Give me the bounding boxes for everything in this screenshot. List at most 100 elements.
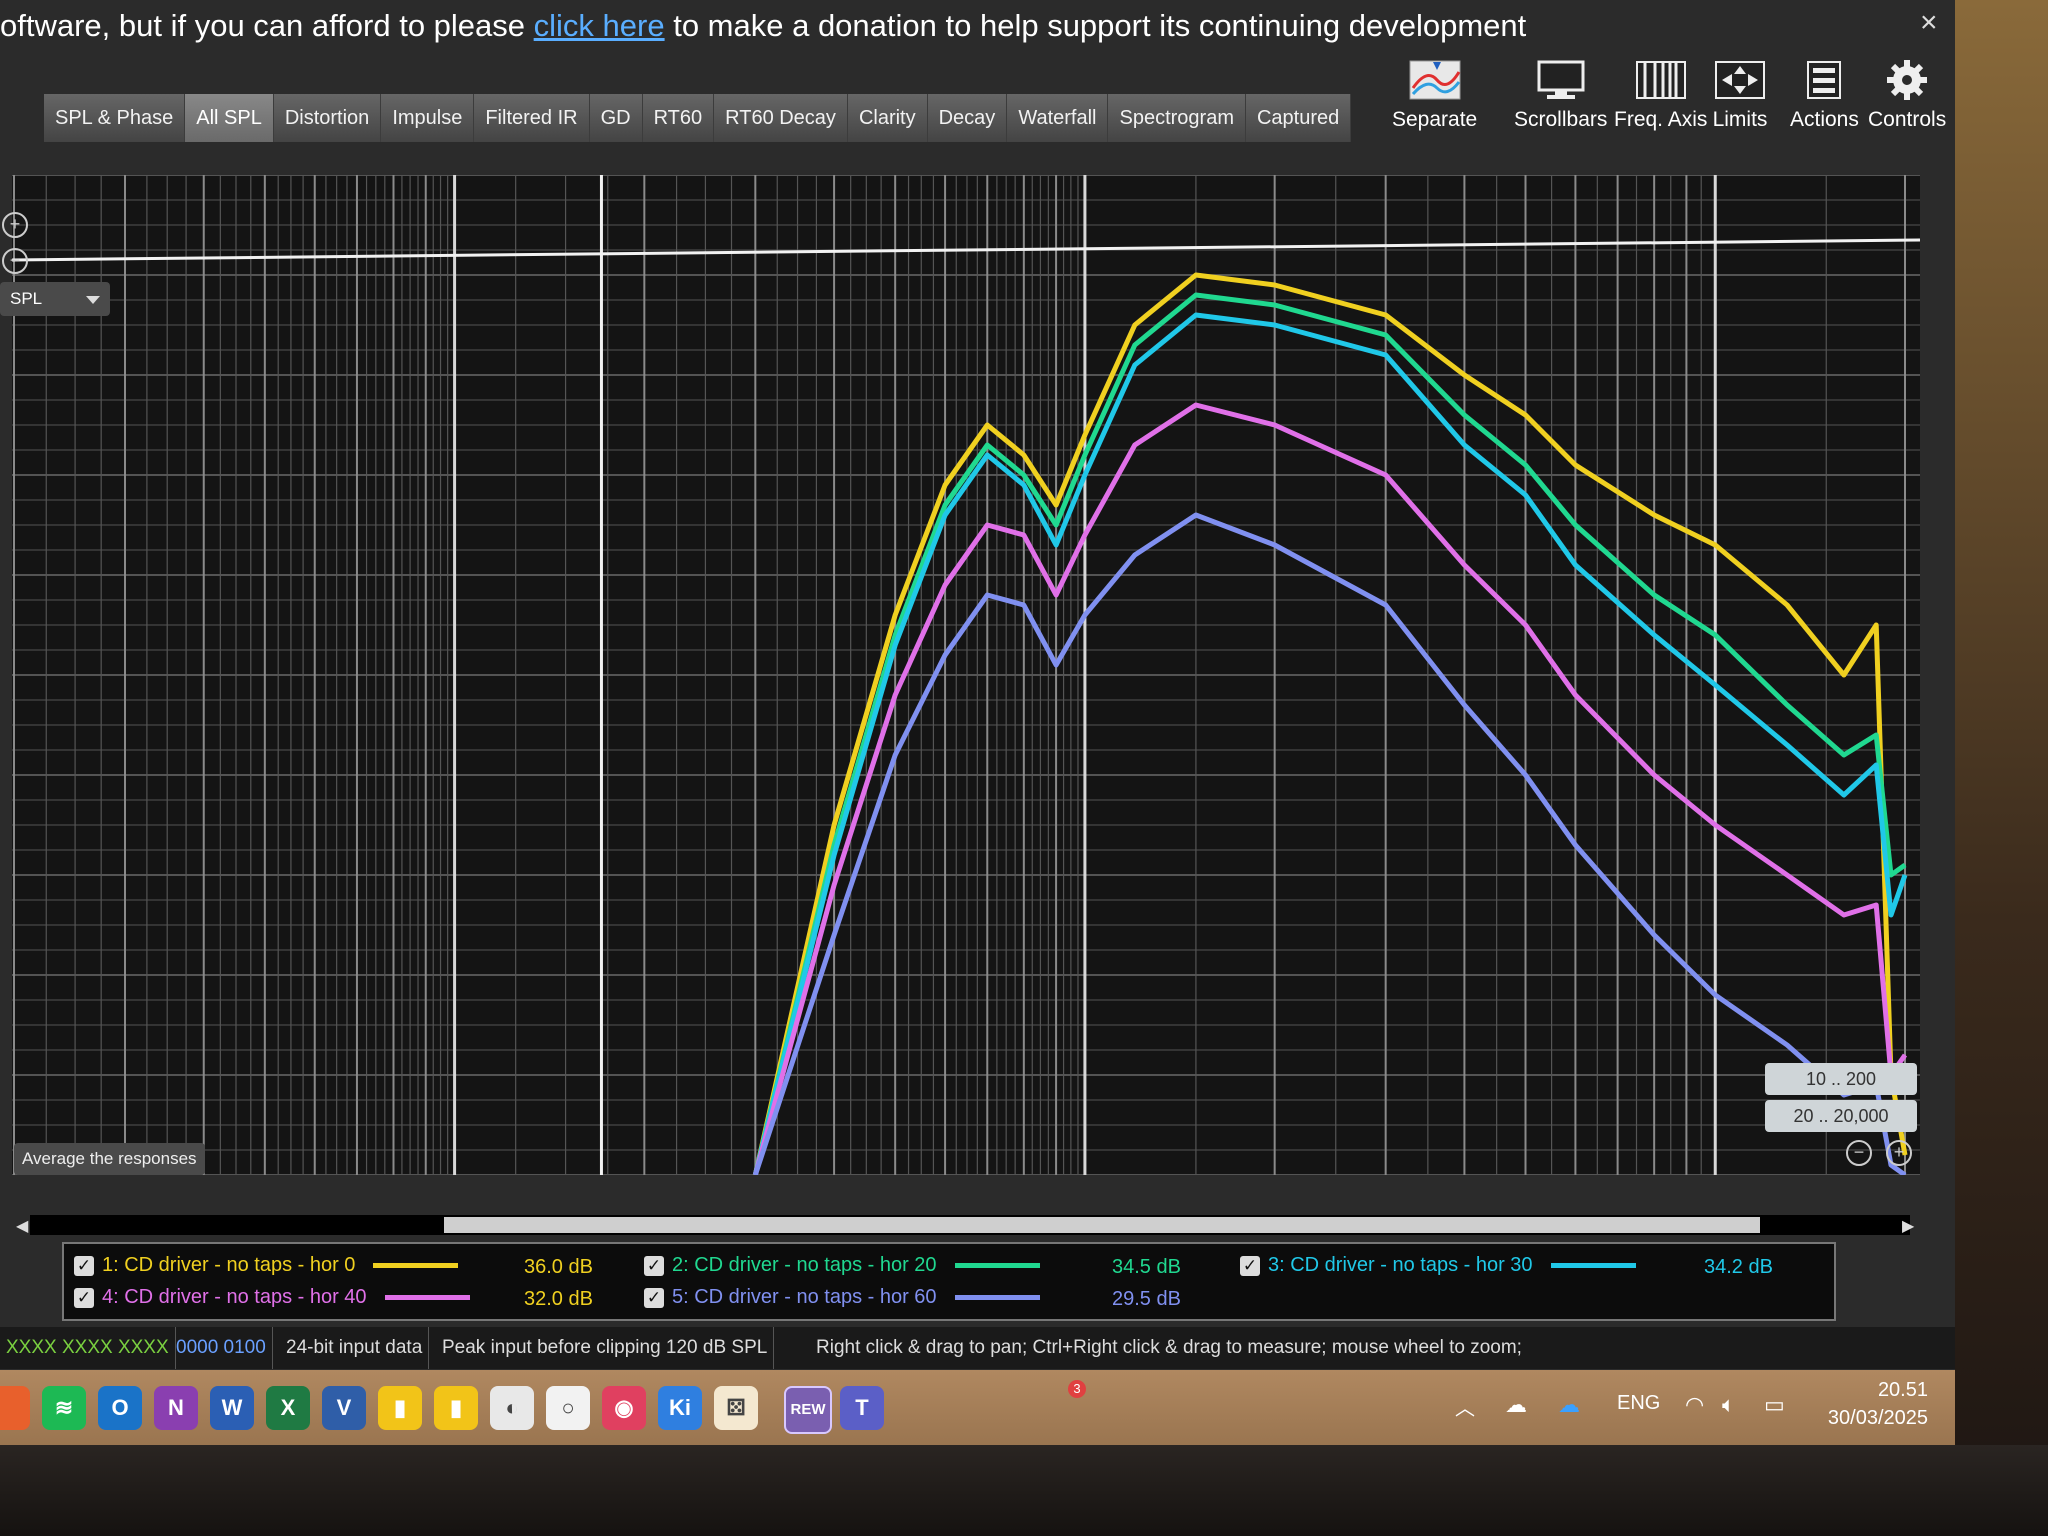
legend-item-1[interactable]: ✓ 1: CD driver - no taps - hor 0 <box>74 1254 459 1277</box>
zoom-out-icon[interactable]: − <box>2 248 28 274</box>
status-bits-indicator: 0000 0100 <box>170 1327 273 1369</box>
battery-icon[interactable]: ▭ <box>1764 1392 1785 1418</box>
scrollbars-button[interactable]: Scrollbars <box>1514 58 1607 132</box>
series-point-5 <box>1714 994 1716 996</box>
legend-item-4[interactable]: ✓ 4: CD driver - no taps - hor 40 <box>74 1286 470 1309</box>
clock-app-icon[interactable]: ○ <box>546 1386 590 1430</box>
teams-notification-badge: 3 <box>1068 1380 1086 1398</box>
average-responses-button[interactable]: Average the responses <box>14 1143 205 1175</box>
legend-swatch-4 <box>384 1295 470 1301</box>
checkbox-icon[interactable]: ✓ <box>644 1287 664 1308</box>
tab-spl-phase[interactable]: SPL & Phase <box>44 94 186 142</box>
series-point-5 <box>1385 604 1387 606</box>
tab-filtered-ir[interactable]: Filtered IR <box>474 94 590 142</box>
status-input-format: 24-bit input data <box>280 1327 430 1369</box>
limits-button[interactable]: Limits <box>1712 58 1768 132</box>
horizontal-scrollbar[interactable] <box>30 1215 1910 1235</box>
checkbox-icon[interactable]: ✓ <box>644 1255 664 1276</box>
excel-icon[interactable]: X <box>266 1386 310 1430</box>
series-point-2 <box>1134 344 1136 346</box>
legend-value-4: 32.0 dB <box>524 1288 593 1310</box>
series-point-3 <box>1653 634 1655 636</box>
spl-graph[interactable]: 203040506070801002003004005006007008001k… <box>0 175 1920 1175</box>
legend-item-5[interactable]: ✓ 5: CD driver - no taps - hor 60 <box>644 1286 1040 1309</box>
spotify-icon[interactable]: ≋ <box>42 1386 86 1430</box>
series-point-5 <box>1134 554 1136 556</box>
word-icon[interactable]: W <box>210 1386 254 1430</box>
zoom-in-icon[interactable]: + <box>2 212 28 238</box>
series-point-4 <box>1904 1054 1906 1056</box>
status-meter-indicator: XXXX XXXX XXXX <box>0 1327 176 1369</box>
volume-icon[interactable]: 🔈︎ <box>1722 1392 1735 1418</box>
series-point-1 <box>1714 544 1716 546</box>
range-10-200-button[interactable]: 10 .. 200 <box>1765 1063 1917 1095</box>
compass-icon[interactable]: ◐ <box>490 1386 534 1430</box>
legend-label-2: 2: CD driver - no taps - hor 20 <box>672 1254 937 1276</box>
teams-icon[interactable]: T <box>840 1386 884 1430</box>
scroll-left-icon[interactable]: ◀ <box>16 1216 28 1236</box>
actions-button[interactable]: Actions <box>1790 58 1859 132</box>
series-point-1 <box>1195 274 1197 276</box>
onenote-icon[interactable]: N <box>154 1386 198 1430</box>
visio-icon[interactable]: V <box>322 1386 366 1430</box>
zoom-in-y-icon[interactable]: + <box>1886 1140 1912 1166</box>
tab-spectrogram[interactable]: Spectrogram <box>1108 94 1246 142</box>
series-point-1 <box>1084 434 1086 436</box>
checkbox-icon[interactable]: ✓ <box>74 1255 94 1276</box>
outlook-icon[interactable]: O <box>98 1386 142 1430</box>
chevron-up-icon[interactable]: ︿ <box>1455 1392 1475 1421</box>
separate-icon <box>1409 60 1461 100</box>
tab-rt60-decay[interactable]: RT60 Decay <box>714 94 848 142</box>
spl-selector-value: SPL <box>10 289 43 308</box>
tab-gd[interactable]: GD <box>589 94 643 142</box>
tab-clarity[interactable]: Clarity <box>847 94 928 142</box>
series-point-1 <box>1653 514 1655 516</box>
tab-rt60[interactable]: RT60 <box>642 94 715 142</box>
series-point-3 <box>1714 684 1716 686</box>
checkbox-icon[interactable]: ✓ <box>1240 1255 1260 1276</box>
tab-waterfall[interactable]: Waterfall <box>1007 94 1109 142</box>
spl-selector[interactable]: SPL <box>0 282 110 316</box>
cloud-icon[interactable]: ☁ <box>1505 1392 1527 1418</box>
tab-decay[interactable]: Decay <box>927 94 1008 142</box>
dice-app-icon[interactable]: ⚄ <box>714 1386 758 1430</box>
tab-distortion[interactable]: Distortion <box>273 94 382 142</box>
series-point-4 <box>1385 474 1387 476</box>
sticky-notes-icon[interactable]: ▮ <box>378 1386 422 1430</box>
ki-app-icon[interactable]: Ki <box>658 1386 702 1430</box>
series-point-4 <box>1023 534 1025 536</box>
wifi-icon[interactable]: ◠ <box>1685 1392 1704 1418</box>
tab-impulse[interactable]: Impulse <box>381 94 475 142</box>
rew-icon[interactable]: REW <box>784 1386 832 1434</box>
legend-label-3: 3: CD driver - no taps - hor 30 <box>1268 1254 1533 1276</box>
photos-icon[interactable]: ◉ <box>602 1386 646 1430</box>
language-indicator[interactable]: ENG <box>1617 1392 1660 1415</box>
range-20-20000-button[interactable]: 20 .. 20,000 <box>1765 1100 1917 1132</box>
tab-all-spl[interactable]: All SPL <box>185 94 274 142</box>
controls-button[interactable]: Controls <box>1868 58 1946 132</box>
close-banner-button[interactable]: × <box>1920 6 1938 40</box>
legend-item-2[interactable]: ✓ 2: CD driver - no taps - hor 20 <box>644 1254 1040 1277</box>
donation-link[interactable]: click here <box>534 8 665 43</box>
series-point-2 <box>986 444 988 446</box>
zoom-out-y-icon[interactable]: − <box>1846 1140 1872 1166</box>
series-point-3 <box>1084 474 1086 476</box>
tab-captured[interactable]: Captured <box>1245 94 1352 142</box>
series-point-4 <box>1134 444 1136 446</box>
onedrive-icon[interactable]: ☁ <box>1558 1392 1580 1418</box>
series-point-1 <box>833 824 835 826</box>
scroll-right-icon[interactable]: ▶ <box>1902 1216 1914 1236</box>
checkbox-icon[interactable]: ✓ <box>74 1287 94 1308</box>
taskbar-clock[interactable]: 20.51 30/03/2025 <box>1810 1376 1928 1432</box>
legend: ✓ 1: CD driver - no taps - hor 0 36.0 dB … <box>62 1242 1836 1321</box>
actions-label: Actions <box>1790 108 1859 131</box>
separate-button[interactable]: Separate <box>1392 58 1477 132</box>
notes-icon[interactable]: ▮ <box>434 1386 478 1430</box>
scrollbar-thumb[interactable] <box>444 1217 1760 1233</box>
series-point-3 <box>833 854 835 856</box>
freq-axis-button[interactable]: Freq. Axis <box>1614 58 1707 132</box>
legend-item-3[interactable]: ✓ 3: CD driver - no taps - hor 30 <box>1240 1254 1636 1277</box>
legend-value-3: 34.2 dB <box>1704 1256 1773 1278</box>
status-bar: XXXX XXXX XXXX 0000 0100 24-bit input da… <box>0 1327 1955 1369</box>
firefox-icon[interactable] <box>0 1386 30 1430</box>
